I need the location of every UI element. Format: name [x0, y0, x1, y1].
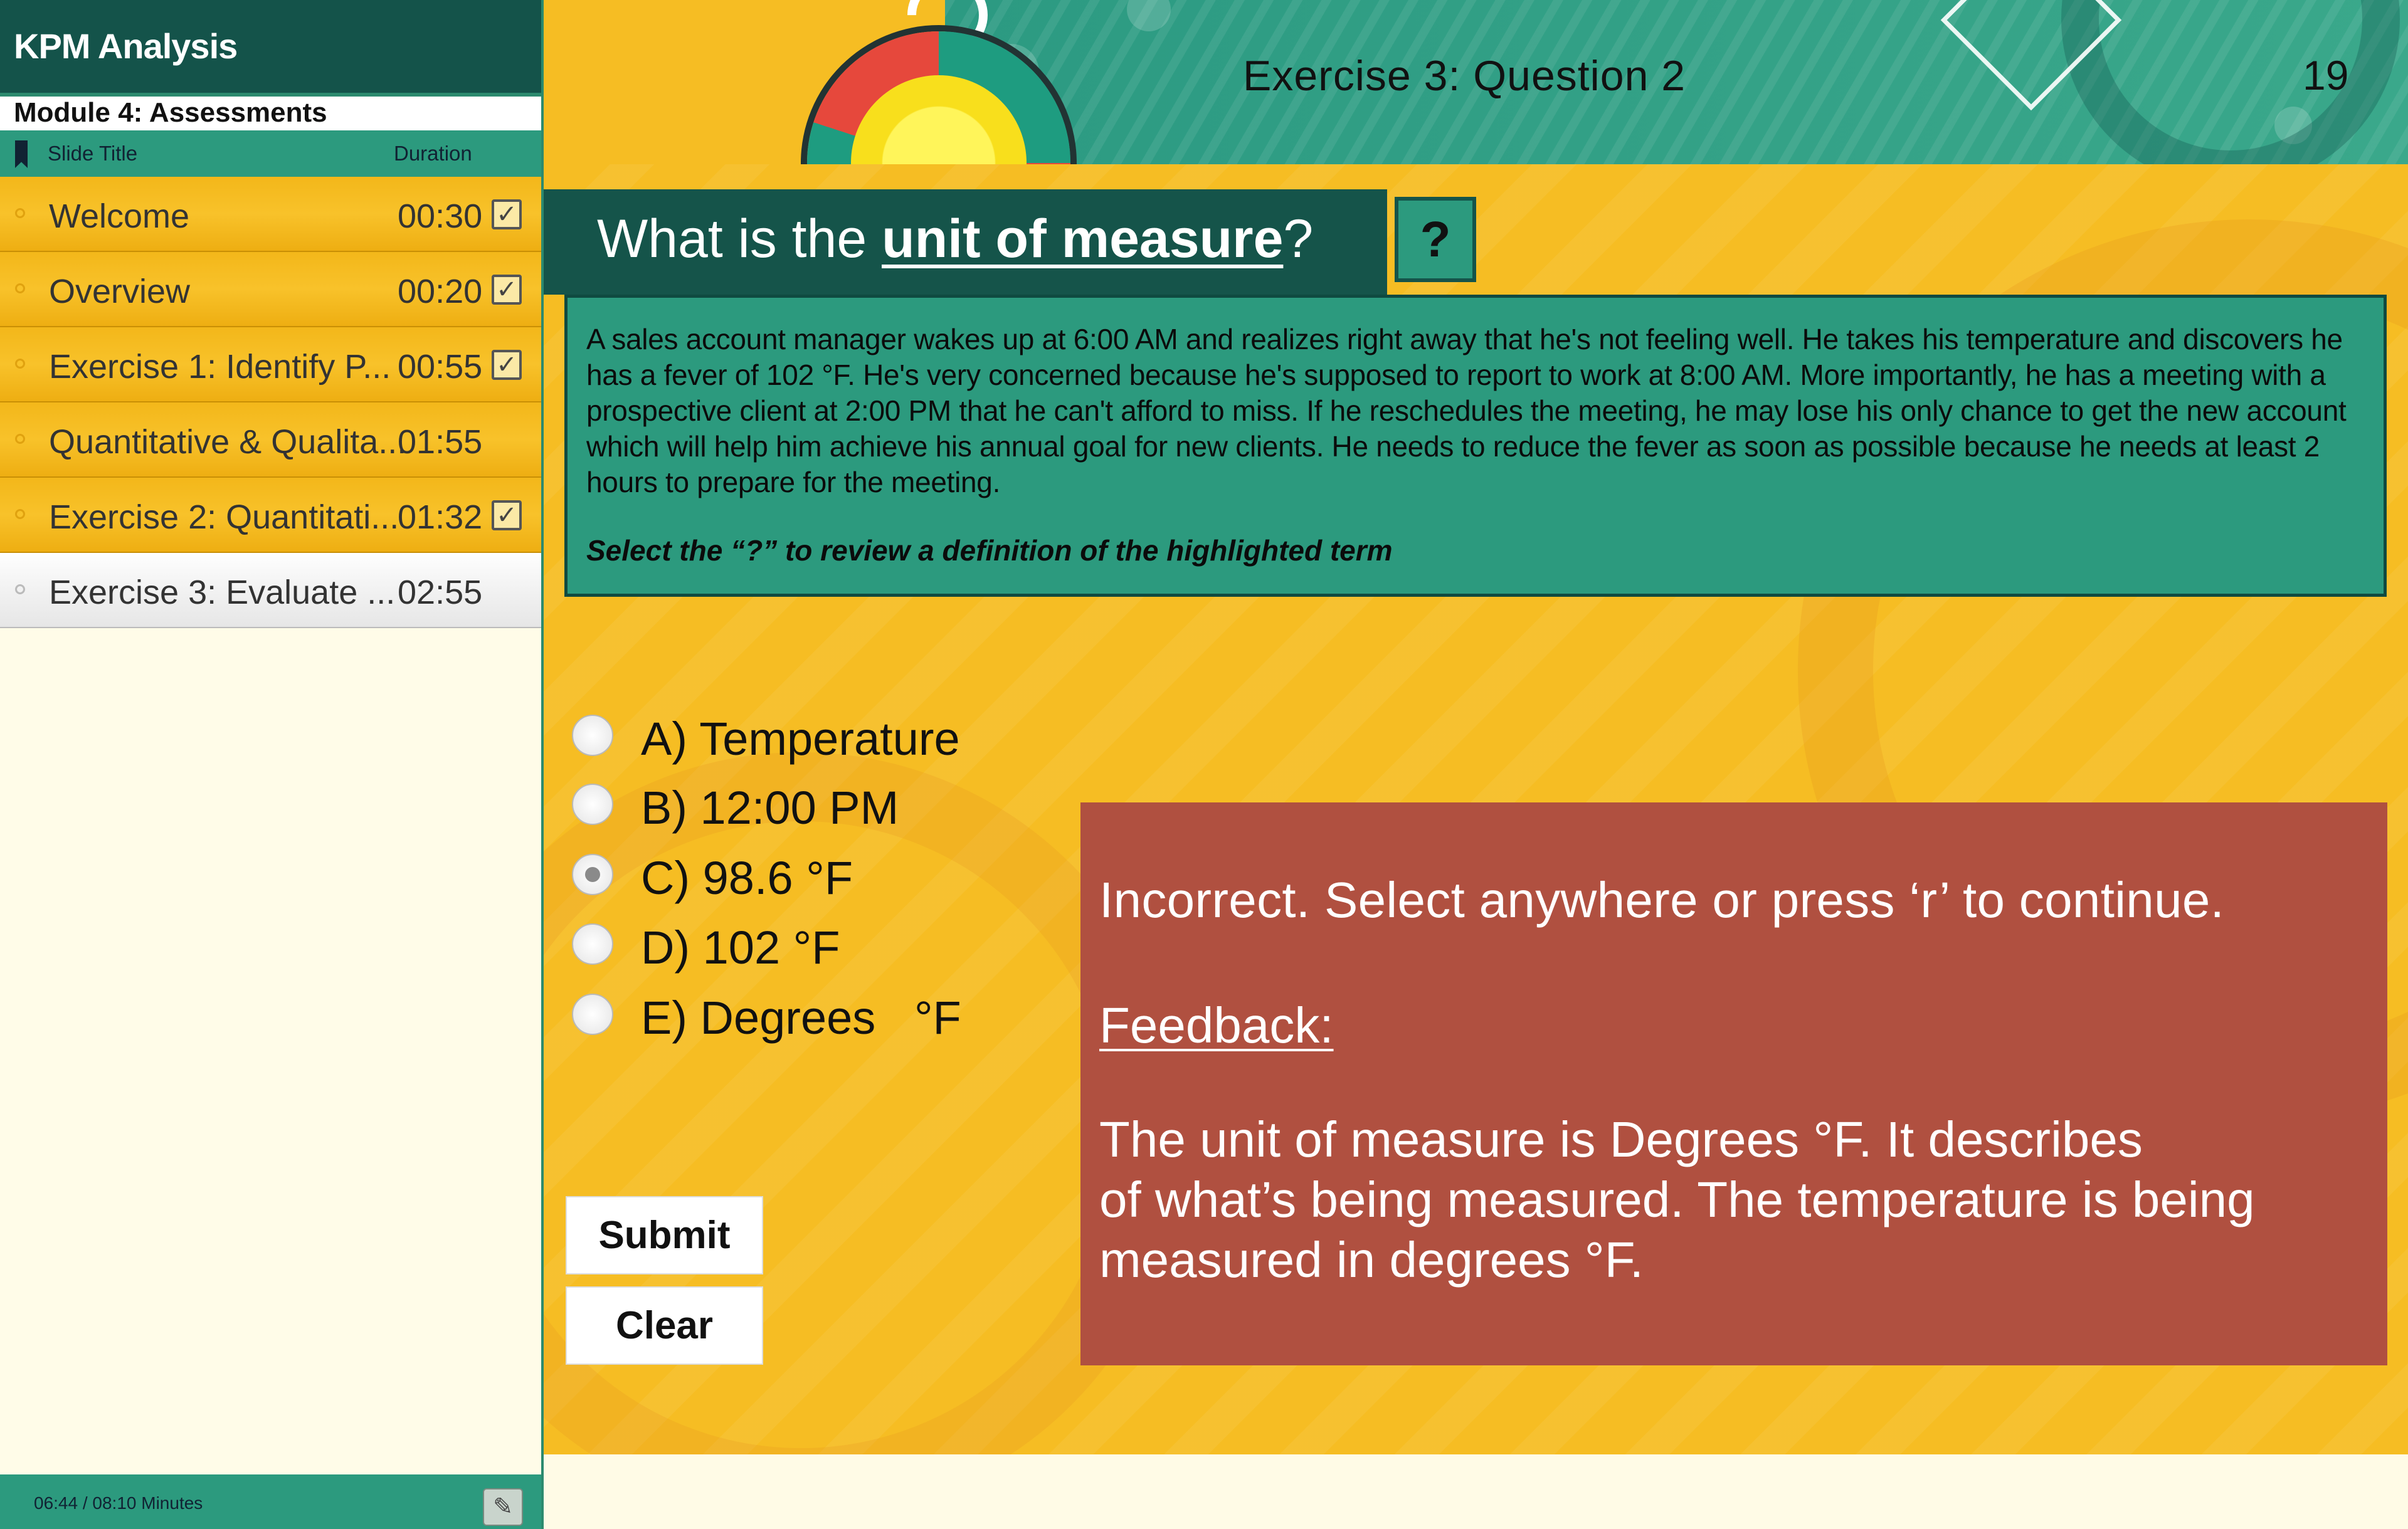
choice-label: C) 98.6 °F — [641, 852, 853, 904]
feedback-line: of what’s being measured. The temperatur… — [1099, 1172, 2255, 1227]
menu-item-duration: 01:55 — [398, 423, 483, 461]
scenario-box: A sales account manager wakes up at 6:00… — [564, 295, 2387, 597]
column-duration: Duration — [394, 142, 472, 165]
pencil-icon[interactable]: ✎ — [483, 1488, 523, 1526]
menu-item-overview[interactable]: Overview 00:20 ✓ — [0, 252, 541, 327]
feedback-line: measured in degrees °F. — [1099, 1232, 1644, 1288]
slide-banner: Exercise 3: Question 2 19 — [544, 0, 2408, 164]
module-title: Module 4: Assessments — [0, 93, 541, 130]
feedback-incorrect-message: Incorrect. Select anywhere or press ‘r’ … — [1099, 872, 2225, 928]
choice-label: E) Degrees °F — [641, 992, 961, 1044]
menu-item-duration: 02:55 — [398, 574, 483, 611]
definition-help-button[interactable]: ? — [1395, 197, 1476, 282]
sidebar: KPM Analysis Module 4: Assessments Slide… — [0, 0, 544, 1529]
menu-item-label: Overview — [49, 273, 191, 310]
highlighted-term: unit of measure — [882, 209, 1284, 269]
column-slide-title: Slide Title — [48, 142, 138, 165]
menu-item-exercise-1[interactable]: Exercise 1: Identify P... 00:55 ✓ — [0, 327, 541, 402]
radio-button[interactable] — [572, 715, 613, 756]
choice-label: A) Temperature — [641, 713, 960, 765]
elapsed-time: 06:44 / 08:10 Minutes — [34, 1493, 203, 1513]
scenario-text: A sales account manager wakes up at 6:00… — [586, 323, 2347, 498]
question-suffix: ? — [1283, 209, 1314, 269]
sidebar-footer: 06:44 / 08:10 Minutes ✎ — [0, 1474, 541, 1529]
feedback-panel[interactable]: Incorrect. Select anywhere or press ‘r’ … — [1080, 802, 2387, 1365]
menu-item-duration: 00:20 — [398, 273, 483, 310]
menu-item-duration: 01:32 — [398, 498, 483, 536]
bullet-icon — [15, 509, 25, 519]
clear-button[interactable]: Clear — [566, 1286, 763, 1365]
bullet-icon — [15, 584, 25, 594]
menu-item-exercise-2[interactable]: Exercise 2: Quantitati... 01:32 ✓ — [0, 478, 541, 553]
menu-column-header: Slide Title Duration — [0, 130, 541, 177]
radio-button-selected[interactable] — [572, 854, 613, 895]
feedback-heading: Feedback: — [1099, 997, 1334, 1053]
checkmark-icon: ✓ — [492, 350, 522, 380]
bullet-icon — [15, 208, 25, 218]
menu-item-label: Quantitative & Qualita... — [49, 423, 407, 461]
exercise-title: Exercise 3: Question 2 — [1243, 52, 1686, 100]
bullet-icon — [15, 283, 25, 293]
menu-item-label: Exercise 2: Quantitati... — [49, 498, 399, 536]
checkmark-icon: ✓ — [492, 199, 522, 229]
menu-item-duration: 00:55 — [398, 348, 483, 386]
course-title: KPM Analysis — [0, 0, 541, 93]
feedback-line: The unit of measure is Degrees °F. It de… — [1099, 1111, 2143, 1167]
submit-button[interactable]: Submit — [566, 1196, 763, 1274]
radio-button[interactable] — [572, 923, 613, 965]
menu-item-exercise-3[interactable]: Exercise 3: Evaluate ... 02:55 — [0, 553, 541, 628]
choice-label: B) 12:00 PM — [641, 782, 899, 834]
radio-button[interactable] — [572, 994, 613, 1035]
slide-number: 19 — [2303, 52, 2349, 98]
question-text: What is the unit of measure? — [597, 208, 1313, 270]
bullet-icon — [15, 434, 25, 444]
menu-item-quantitative-qualitative[interactable]: Quantitative & Qualita... 01:55 — [0, 402, 541, 478]
menu-item-label: Welcome — [49, 197, 190, 235]
menu-item-welcome[interactable]: Welcome 00:30 ✓ — [0, 177, 541, 252]
menu-item-duration: 00:30 — [398, 197, 483, 235]
checkmark-icon: ✓ — [492, 275, 522, 305]
menu-item-label: Exercise 1: Identify P... — [49, 348, 391, 386]
menu-item-label: Exercise 3: Evaluate ... — [49, 574, 396, 611]
radio-button[interactable] — [572, 784, 613, 825]
instruction-text: Select the “?” to review a definition of… — [586, 534, 1393, 567]
bookmark-icon[interactable] — [15, 140, 28, 168]
slide-footer — [544, 1454, 2408, 1529]
question-prefix: What is the — [597, 209, 882, 269]
feedback-body: The unit of measure is Degrees °F. It de… — [1099, 1110, 2368, 1290]
question-header: What is the unit of measure? — [544, 189, 1387, 295]
slide-canvas[interactable]: Exercise 3: Question 2 19 What is the un… — [544, 0, 2408, 1454]
checkmark-icon: ✓ — [492, 500, 522, 530]
bullet-icon — [15, 359, 25, 369]
choice-label: D) 102 °F — [641, 922, 840, 974]
